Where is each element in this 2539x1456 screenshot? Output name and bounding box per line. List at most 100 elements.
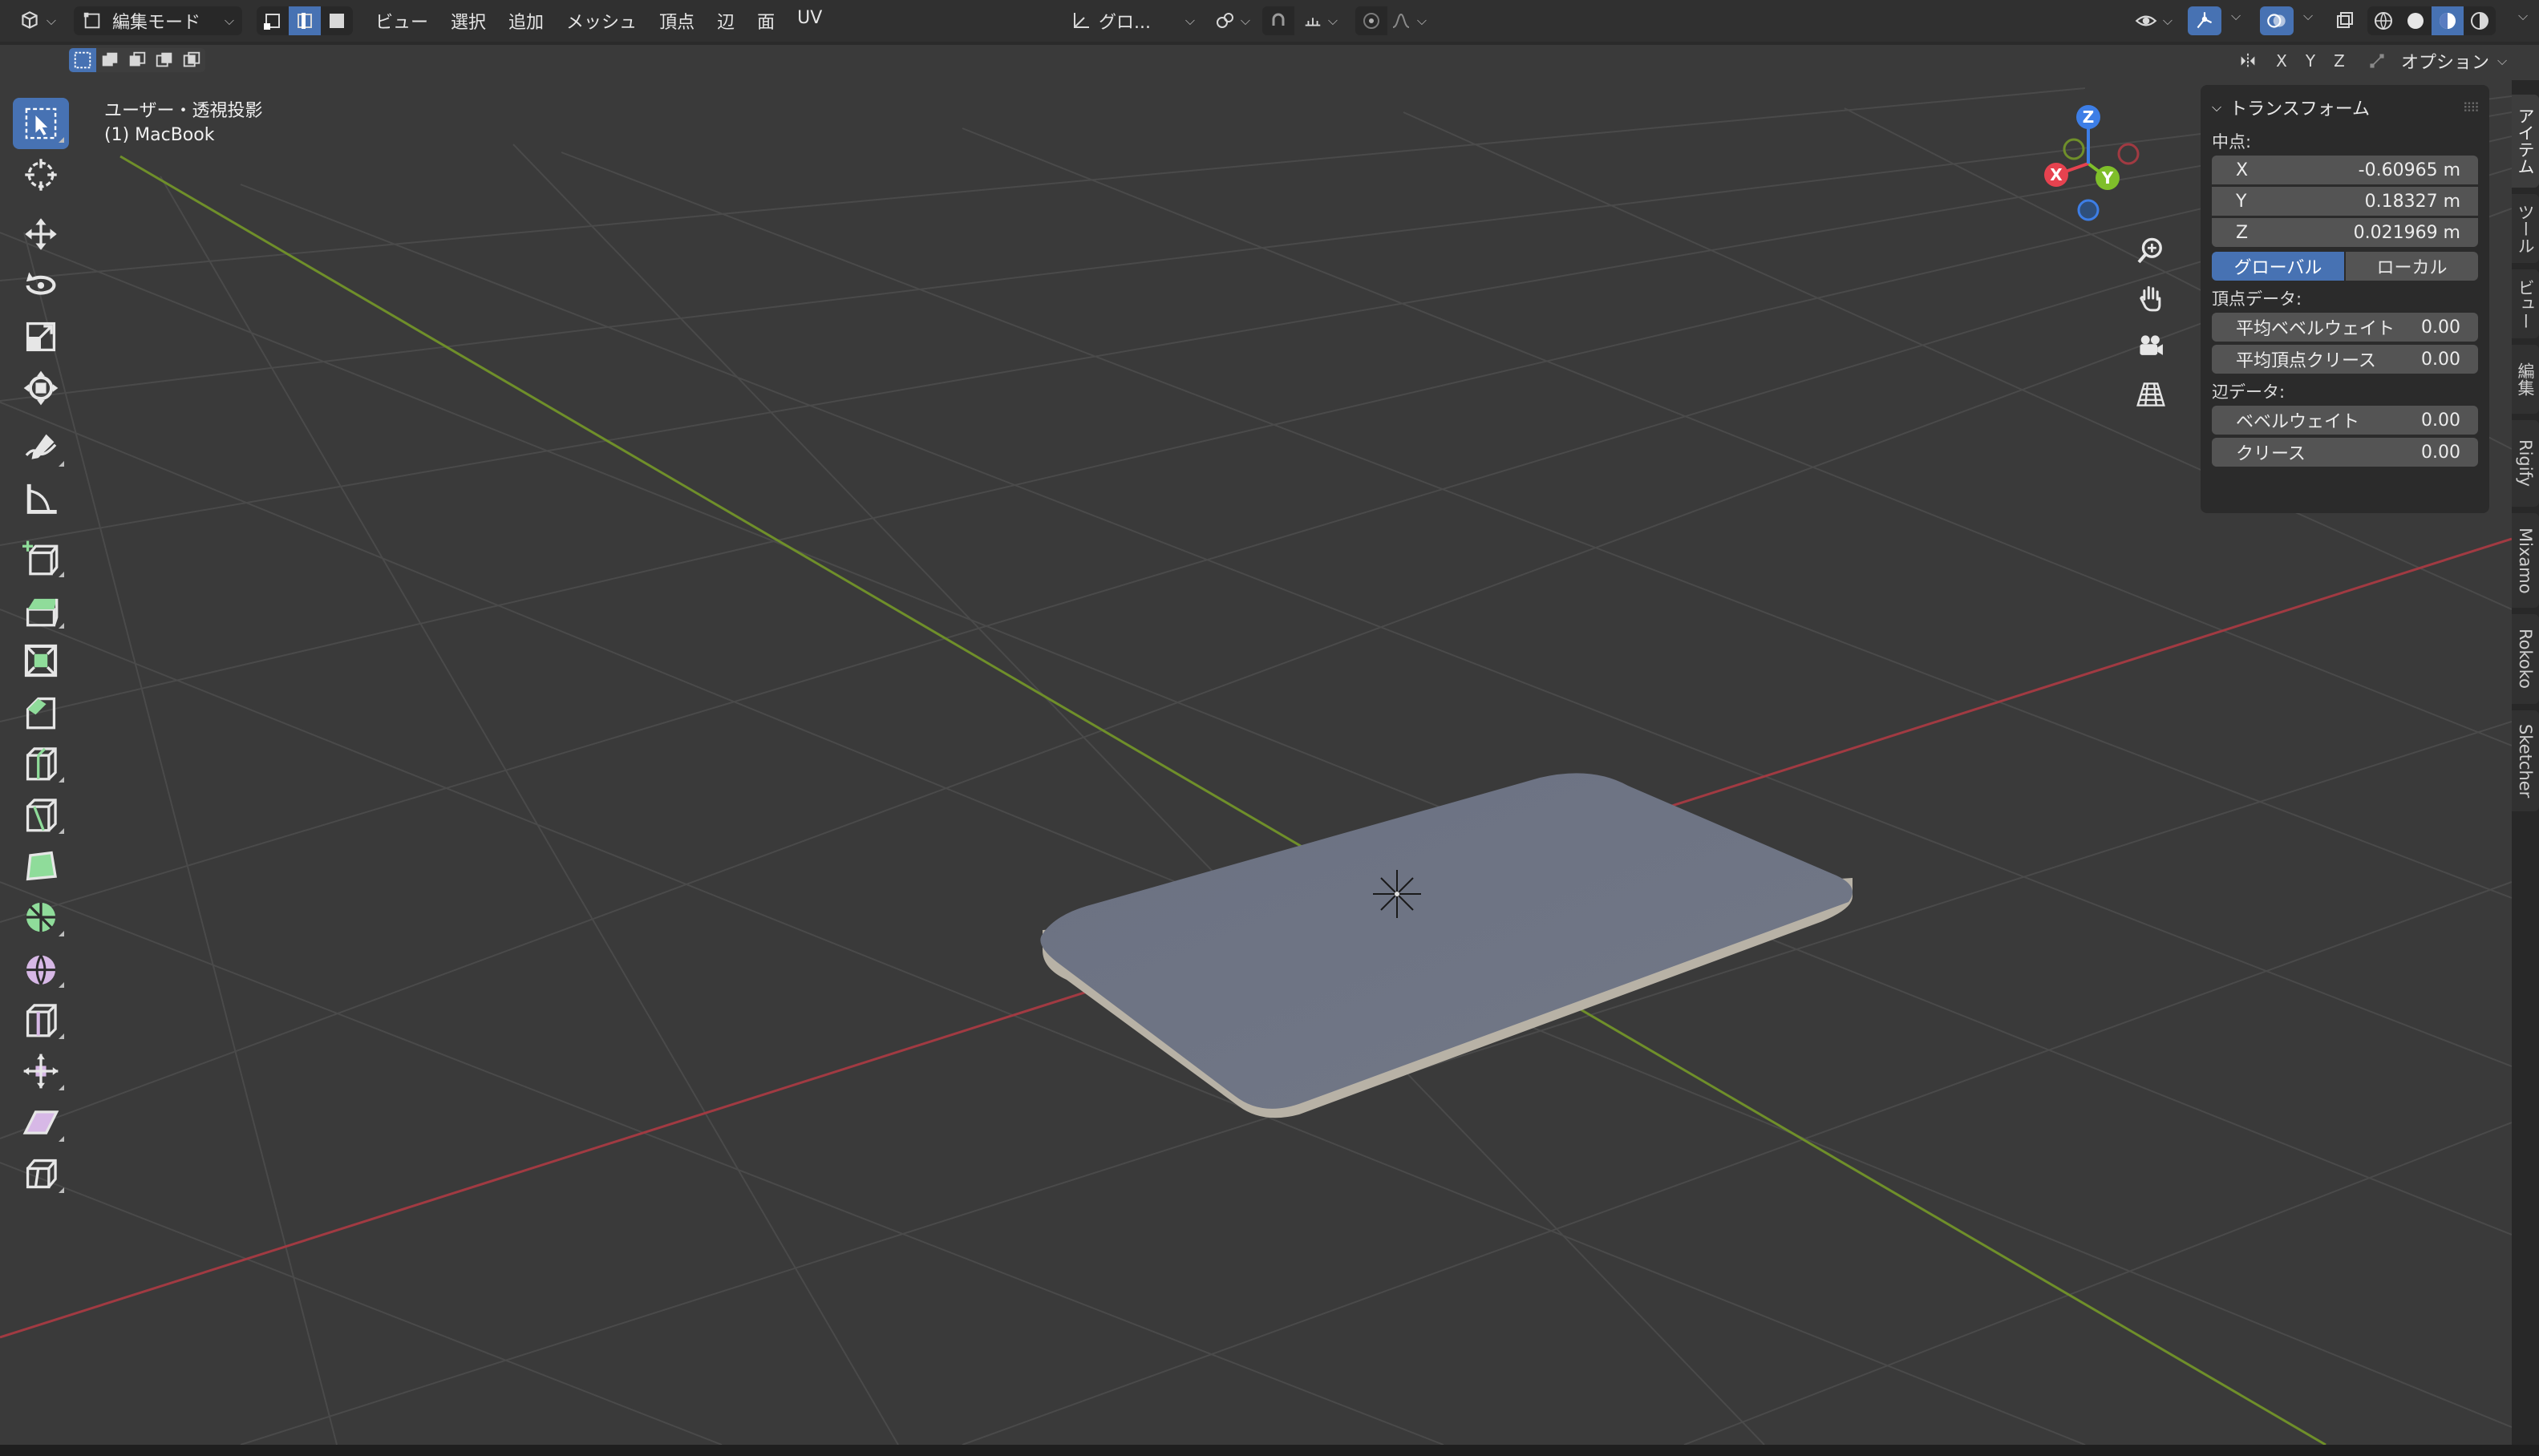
mode-dropdown[interactable]: 編集モード ⌵ [74, 6, 242, 35]
overlay-chevron-icon[interactable]: ⌵ [2303, 8, 2313, 24]
cursor-tool[interactable] [13, 149, 69, 200]
tab-view[interactable]: ビュー [2512, 269, 2539, 338]
move-tool[interactable] [13, 208, 69, 260]
select-new-button[interactable] [69, 48, 96, 72]
pan-button[interactable] [2128, 276, 2173, 321]
neg-z-axis-icon[interactable] [2077, 199, 2100, 221]
median-y-label: Y [2236, 191, 2247, 212]
loop-cut-tool[interactable] [13, 738, 69, 789]
mirror-x-toggle[interactable]: X [2268, 48, 2295, 74]
local-button[interactable]: ローカル [2346, 252, 2478, 281]
add-cube-tool[interactable] [13, 532, 69, 584]
mean-vertex-crease-field[interactable]: 平均頂点クリース 0.00 [2212, 345, 2478, 374]
select-box-tool[interactable] [13, 98, 69, 149]
tab-mixamo[interactable]: Mixamo [2512, 513, 2539, 608]
scale-tool[interactable] [13, 311, 69, 362]
topology-mirror-button[interactable] [2363, 48, 2391, 74]
menu-add[interactable]: 追加 [497, 8, 555, 34]
chevron-down-icon: ⌵ [1416, 13, 1427, 28]
xray-toggle[interactable] [2329, 6, 2361, 35]
annotate-tool[interactable] [13, 422, 69, 473]
menu-view[interactable]: ビュー [364, 8, 439, 34]
rip-region-tool[interactable] [13, 1148, 69, 1199]
shading-chevron-icon[interactable]: ⌵ [2518, 8, 2528, 24]
rotate-tool[interactable] [13, 260, 69, 311]
orientation-dropdown[interactable]: グロ... ⌵ [1070, 6, 1195, 35]
navigation-gizmo[interactable]: Y X Z [2037, 99, 2149, 228]
select-new-icon [74, 51, 91, 69]
median-y-field[interactable]: Y 0.18327 m [2212, 187, 2478, 216]
select-subtract-button[interactable] [124, 48, 151, 72]
visibility-dropdown[interactable]: ⌵ [2130, 6, 2177, 35]
tab-rokoko[interactable]: Rokoko [2512, 614, 2539, 704]
poly-build-tool[interactable] [13, 840, 69, 892]
snap-target-dropdown[interactable]: ⌵ [1296, 6, 1344, 35]
pivot-dropdown[interactable]: ⌵ [1209, 6, 1254, 35]
menu-vertex[interactable]: 頂点 [648, 8, 706, 34]
rendered-shading-button[interactable] [2464, 6, 2496, 35]
edge-select-button[interactable] [289, 6, 321, 35]
menu-face[interactable]: 面 [746, 8, 786, 34]
menu-select[interactable]: 選択 [439, 8, 497, 34]
shrink-fatten-tool[interactable] [13, 1045, 69, 1097]
select-intersect-button[interactable] [178, 48, 205, 72]
camera-view-button[interactable] [2128, 324, 2173, 369]
face-select-button[interactable] [321, 6, 353, 35]
neg-x-axis-icon[interactable] [2117, 143, 2140, 165]
tab-item[interactable]: アイテム [2512, 95, 2539, 188]
gizmo-icon [2197, 12, 2213, 29]
editor-type-button[interactable]: ⌵ [11, 6, 63, 35]
tab-rigify[interactable]: Rigify [2512, 420, 2539, 507]
mean-bevel-weight-field[interactable]: 平均ベベルウェイト 0.00 [2212, 313, 2478, 342]
overlay-toggle[interactable] [2260, 6, 2294, 35]
tab-sketcher[interactable]: Sketcher [2512, 710, 2539, 811]
global-button[interactable]: グローバル [2212, 252, 2344, 281]
select-invert-icon [156, 52, 172, 67]
edge-slide-tool[interactable] [13, 994, 69, 1045]
tab-edit[interactable]: 編集 [2512, 345, 2539, 414]
edge-data-label: 辺データ: [2212, 382, 2286, 402]
snap-toggle[interactable] [1262, 6, 1294, 35]
menu-edge[interactable]: 辺 [706, 8, 746, 34]
menu-mesh[interactable]: メッシュ [555, 8, 648, 34]
inset-tool[interactable] [13, 635, 69, 686]
bevel-tool[interactable] [13, 686, 69, 738]
gizmo-toggle[interactable] [2188, 6, 2221, 35]
options-dropdown[interactable]: オプション ⌵ [2401, 48, 2507, 74]
move-tool-icon [25, 218, 57, 250]
tool-variants-corner-icon [59, 572, 64, 577]
material-shading-button[interactable] [2432, 6, 2464, 35]
wireframe-shading-icon [2375, 12, 2392, 30]
menu-uv[interactable]: UV [786, 8, 833, 34]
solid-shading-button[interactable] [2399, 6, 2432, 35]
mirror-button[interactable] [2236, 48, 2260, 74]
median-x-field[interactable]: X -0.60965 m [2212, 156, 2478, 184]
bevel-weight-label: ベベルウェイト [2236, 412, 2360, 432]
extrude-tool[interactable] [13, 584, 69, 635]
mirror-y-toggle[interactable]: Y [2297, 48, 2324, 74]
knife-tool[interactable] [13, 789, 69, 840]
wireframe-shading-button[interactable] [2367, 6, 2399, 35]
transform-tool[interactable] [13, 362, 69, 414]
spin-tool[interactable] [13, 892, 69, 943]
measure-tool[interactable] [13, 473, 69, 524]
transform-panel-header[interactable]: ⌵ トランスフォーム ⠿⠿ [2212, 91, 2480, 123]
perspective-toggle-button[interactable] [2128, 372, 2173, 417]
neg-y-axis-icon[interactable] [2063, 138, 2085, 160]
select-extend-button[interactable] [96, 48, 124, 72]
bevel-weight-field[interactable]: ベベルウェイト 0.00 [2212, 406, 2478, 435]
proportional-toggle[interactable] [1355, 6, 1387, 35]
crease-field[interactable]: クリース 0.00 [2212, 438, 2478, 467]
vertex-select-button[interactable] [257, 6, 289, 35]
falloff-dropdown[interactable]: ⌵ [1389, 6, 1427, 35]
drag-handle-icon[interactable]: ⠿⠿ [2463, 100, 2480, 115]
shear-tool[interactable] [13, 1097, 69, 1148]
median-fields: X -0.60965 m Y 0.18327 m Z 0.021969 m [2212, 156, 2478, 247]
zoom-button[interactable] [2128, 228, 2173, 273]
smooth-tool[interactable] [13, 943, 69, 994]
mirror-z-toggle[interactable]: Z [2326, 48, 2353, 74]
select-invert-button[interactable] [151, 48, 178, 72]
median-z-field[interactable]: Z 0.021969 m [2212, 218, 2478, 247]
tab-tool[interactable]: ツール [2512, 194, 2539, 263]
gizmo-chevron-icon[interactable]: ⌵ [2231, 8, 2241, 24]
